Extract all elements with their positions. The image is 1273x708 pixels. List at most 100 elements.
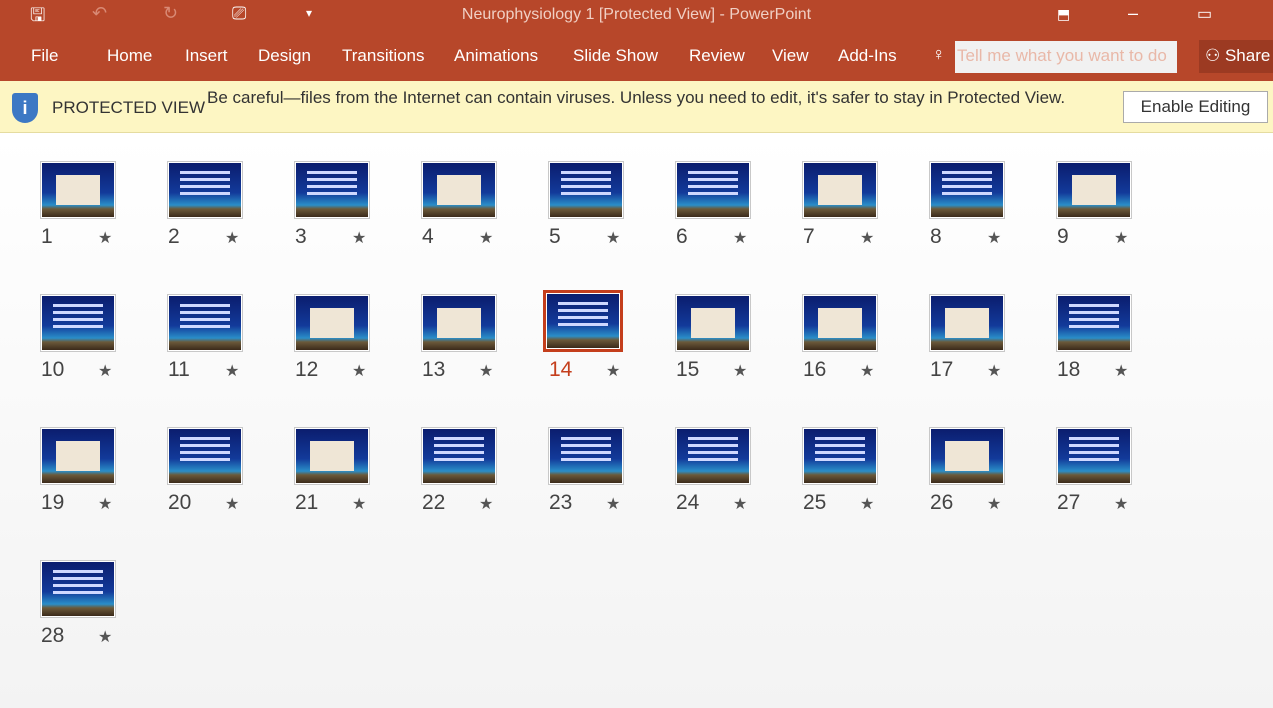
slide-thumbnail-28[interactable]: 28 ★ [40,560,150,660]
slide-thumbnail-19[interactable]: 19 ★ [40,427,150,527]
tab-insert[interactable]: Insert [185,46,228,66]
tab-transitions[interactable]: Transitions [342,46,425,66]
slide-thumbnail-17[interactable]: 17 ★ [929,294,1039,394]
slide-preview[interactable] [802,427,878,485]
slide-preview[interactable] [929,427,1005,485]
slide-preview[interactable] [929,294,1005,352]
slide-thumbnail-22[interactable]: 22 ★ [421,427,531,527]
slide-thumbnail-1[interactable]: 1 ★ [40,161,150,261]
slide-preview[interactable] [167,161,243,219]
transition-star-icon[interactable]: ★ [733,494,747,514]
slide-thumbnail-16[interactable]: 16 ★ [802,294,912,394]
slide-thumbnail-9[interactable]: 9 ★ [1056,161,1166,261]
slideshow-from-start-icon[interactable]: ⎚ [232,3,246,24]
slide-thumbnail-5[interactable]: 5 ★ [548,161,658,261]
tab-design[interactable]: Design [258,46,311,66]
slide-preview[interactable] [294,294,370,352]
transition-star-icon[interactable]: ★ [987,228,1001,248]
transition-star-icon[interactable]: ★ [98,228,112,248]
slide-preview[interactable] [543,290,623,352]
transition-star-icon[interactable]: ★ [352,361,366,381]
transition-star-icon[interactable]: ★ [860,361,874,381]
slide-preview[interactable] [675,294,751,352]
slide-preview[interactable] [802,161,878,219]
transition-star-icon[interactable]: ★ [479,494,493,514]
transition-star-icon[interactable]: ★ [352,494,366,514]
slide-preview[interactable] [802,294,878,352]
transition-star-icon[interactable]: ★ [98,361,112,381]
minimize-button[interactable]: – [1128,3,1138,24]
slide-thumbnail-26[interactable]: 26 ★ [929,427,1039,527]
transition-star-icon[interactable]: ★ [606,361,620,381]
tab-view[interactable]: View [772,46,809,66]
slide-thumbnail-4[interactable]: 4 ★ [421,161,531,261]
slide-thumbnail-15[interactable]: 15 ★ [675,294,785,394]
slide-preview[interactable] [1056,427,1132,485]
slide-preview[interactable] [294,161,370,219]
slide-thumbnail-12[interactable]: 12 ★ [294,294,404,394]
slide-thumbnail-25[interactable]: 25 ★ [802,427,912,527]
transition-star-icon[interactable]: ★ [987,494,1001,514]
slide-thumbnail-8[interactable]: 8 ★ [929,161,1039,261]
slide-thumbnail-24[interactable]: 24 ★ [675,427,785,527]
slide-preview[interactable] [548,161,624,219]
ribbon-display-options-icon[interactable]: ⬒ [1057,6,1070,23]
slide-thumbnail-10[interactable]: 10 ★ [40,294,150,394]
enable-editing-button[interactable]: Enable Editing [1123,91,1268,123]
slide-preview[interactable] [675,161,751,219]
transition-star-icon[interactable]: ★ [1114,228,1128,248]
transition-star-icon[interactable]: ★ [479,228,493,248]
slide-thumbnail-7[interactable]: 7 ★ [802,161,912,261]
transition-star-icon[interactable]: ★ [352,228,366,248]
slide-thumbnail-11[interactable]: 11 ★ [167,294,277,394]
slide-thumbnail-23[interactable]: 23 ★ [548,427,658,527]
slide-preview[interactable] [167,427,243,485]
slide-thumbnail-3[interactable]: 3 ★ [294,161,404,261]
maximize-button[interactable]: ▭ [1197,4,1212,24]
transition-star-icon[interactable]: ★ [225,494,239,514]
slide-thumbnail-20[interactable]: 20 ★ [167,427,277,527]
customize-dropdown-icon[interactable]: ▾ [306,6,312,20]
slide-thumbnail-27[interactable]: 27 ★ [1056,427,1166,527]
tell-me-search-input[interactable]: Tell me what you want to do [955,41,1177,73]
transition-star-icon[interactable]: ★ [1114,361,1128,381]
slide-thumbnail-18[interactable]: 18 ★ [1056,294,1166,394]
transition-star-icon[interactable]: ★ [987,361,1001,381]
redo-icon[interactable]: ↻ [163,3,178,24]
tab-home[interactable]: Home [107,46,152,66]
slide-preview[interactable] [929,161,1005,219]
tab-add-ins[interactable]: Add-Ins [838,46,897,66]
slide-preview[interactable] [40,294,116,352]
tab-file[interactable]: File [31,46,58,66]
slide-preview[interactable] [40,427,116,485]
slide-preview[interactable] [548,427,624,485]
tab-slide-show[interactable]: Slide Show [573,46,658,66]
transition-star-icon[interactable]: ★ [98,494,112,514]
slide-preview[interactable] [40,161,116,219]
transition-star-icon[interactable]: ★ [225,361,239,381]
transition-star-icon[interactable]: ★ [860,228,874,248]
share-button[interactable]: ⚇ Share [1199,40,1273,73]
slide-preview[interactable] [294,427,370,485]
transition-star-icon[interactable]: ★ [733,228,747,248]
transition-star-icon[interactable]: ★ [606,228,620,248]
slide-preview[interactable] [40,560,116,618]
slide-thumbnail-6[interactable]: 6 ★ [675,161,785,261]
transition-star-icon[interactable]: ★ [98,627,112,647]
slide-preview[interactable] [167,294,243,352]
slide-thumbnail-21[interactable]: 21 ★ [294,427,404,527]
slide-preview[interactable] [421,294,497,352]
slide-preview[interactable] [1056,161,1132,219]
tab-review[interactable]: Review [689,46,745,66]
transition-star-icon[interactable]: ★ [1114,494,1128,514]
transition-star-icon[interactable]: ★ [860,494,874,514]
slide-thumbnail-14[interactable]: 14 ★ [543,290,658,394]
slide-preview[interactable] [1056,294,1132,352]
transition-star-icon[interactable]: ★ [479,361,493,381]
slide-preview[interactable] [421,427,497,485]
slide-thumbnail-2[interactable]: 2 ★ [167,161,277,261]
transition-star-icon[interactable]: ★ [225,228,239,248]
slide-preview[interactable] [675,427,751,485]
slide-thumbnail-13[interactable]: 13 ★ [421,294,531,394]
transition-star-icon[interactable]: ★ [733,361,747,381]
